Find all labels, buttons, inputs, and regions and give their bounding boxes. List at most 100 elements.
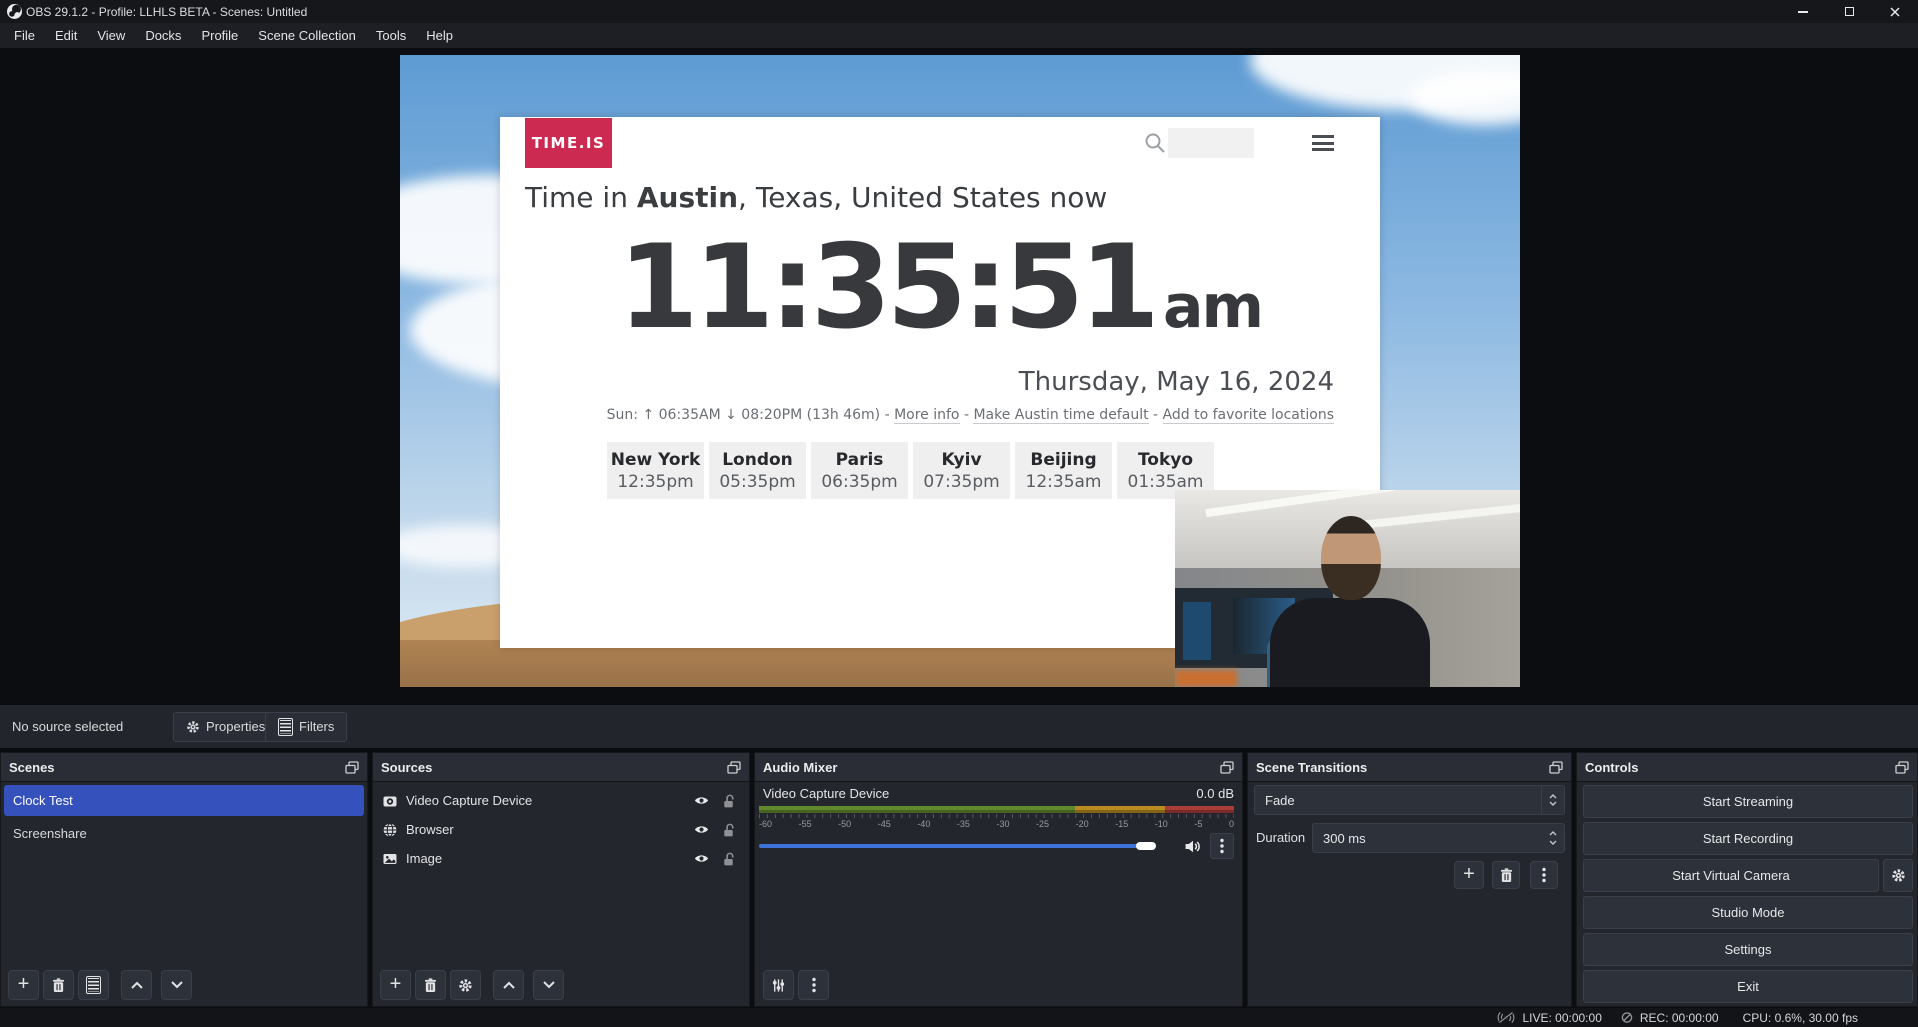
audio-mixer-header[interactable]: Audio Mixer	[755, 753, 1242, 782]
popout-icon[interactable]	[1220, 761, 1234, 774]
start-streaming-button[interactable]: Start Streaming	[1583, 785, 1913, 818]
button-label: Settings	[1725, 942, 1772, 957]
volume-slider-track[interactable]	[759, 844, 1154, 848]
volume-slider[interactable]	[759, 841, 1175, 851]
remove-source-button[interactable]	[415, 970, 446, 1000]
source-item-browser[interactable]: Browser	[374, 815, 748, 844]
maximize-button[interactable]	[1826, 0, 1872, 23]
filters-icon	[86, 976, 101, 994]
menu-docks[interactable]: Docks	[135, 23, 191, 48]
add-scene-button[interactable]: +	[8, 970, 39, 1000]
menu-profile[interactable]: Profile	[191, 23, 248, 48]
webcam-source[interactable]	[1175, 490, 1520, 687]
mixer-channel-menu-button[interactable]	[1210, 833, 1234, 859]
button-label: Start Streaming	[1703, 794, 1793, 809]
obs-logo-icon	[7, 4, 22, 19]
add-source-button[interactable]: +	[380, 970, 411, 1000]
menu-file[interactable]: File	[4, 23, 45, 48]
duration-label: Duration	[1256, 830, 1305, 845]
menu-scene-collection[interactable]: Scene Collection	[248, 23, 366, 48]
lock-toggle[interactable]	[721, 822, 736, 838]
menu-view[interactable]: View	[87, 23, 135, 48]
kebab-menu-icon	[812, 977, 816, 993]
popout-icon[interactable]	[1895, 761, 1909, 774]
add-transition-button[interactable]: +	[1454, 861, 1484, 889]
exit-button[interactable]: Exit	[1583, 970, 1913, 1003]
add-favorite-link: Add to favorite locations	[1163, 407, 1334, 424]
sources-panel-title: Sources	[381, 760, 432, 775]
scenes-panel-header[interactable]: Scenes	[1, 753, 367, 782]
scenes-panel: Scenes Clock Test Screenshare +	[0, 752, 368, 1007]
combo-arrows[interactable]	[1541, 786, 1564, 814]
scene-filters-button[interactable]	[78, 970, 109, 1000]
scene-item-clock-test[interactable]: Clock Test	[4, 785, 364, 816]
transition-select[interactable]: Fade	[1254, 785, 1565, 815]
sources-panel-header[interactable]: Sources	[373, 753, 749, 782]
scene-transitions-panel: Scene Transitions Fade Duration 300 ms +	[1247, 752, 1572, 1007]
title-bar[interactable]: OBS 29.1.2 - Profile: LLHLS BETA - Scene…	[0, 0, 1918, 23]
lock-toggle[interactable]	[721, 793, 736, 809]
hamburger-menu-icon	[1312, 135, 1334, 151]
webcam-person-torso	[1270, 598, 1430, 687]
menu-edit[interactable]: Edit	[45, 23, 87, 48]
timeis-logo-text: TIME.IS	[532, 134, 606, 152]
eye-icon	[693, 822, 710, 837]
remove-transition-button[interactable]	[1492, 861, 1520, 889]
filters-label: Filters	[299, 719, 334, 734]
popout-icon[interactable]	[1549, 761, 1563, 774]
studio-mode-button[interactable]: Studio Mode	[1583, 896, 1913, 929]
timeis-logo: TIME.IS	[525, 118, 612, 168]
source-properties-button[interactable]	[450, 970, 481, 1000]
move-source-up-button[interactable]	[493, 970, 524, 1000]
rec-time: REC: 00:00:00	[1640, 1011, 1719, 1025]
move-scene-up-button[interactable]	[121, 970, 152, 1000]
move-source-down-button[interactable]	[533, 970, 564, 1000]
visibility-toggle[interactable]	[693, 822, 710, 837]
move-scene-down-button[interactable]	[161, 970, 192, 1000]
globe-icon	[382, 822, 398, 838]
search-icon	[1143, 131, 1167, 155]
sources-panel: Sources Video Capture Device Browser Ima…	[372, 752, 750, 1007]
chevron-up-icon	[503, 981, 515, 989]
filters-button[interactable]: Filters	[265, 712, 347, 742]
menu-help[interactable]: Help	[416, 23, 463, 48]
program-preview[interactable]: TIME.IS Time in Austin, Texas, United St…	[400, 55, 1520, 687]
maximize-icon	[1845, 7, 1854, 16]
advanced-audio-button[interactable]	[763, 970, 794, 1000]
search-input	[1168, 128, 1254, 158]
minimize-button[interactable]	[1780, 0, 1826, 23]
gear-icon	[458, 978, 473, 993]
scene-label: Clock Test	[13, 793, 73, 808]
virtual-camera-config-button[interactable]	[1883, 859, 1913, 892]
properties-button[interactable]: Properties	[173, 712, 278, 742]
chevron-down-icon	[1549, 801, 1557, 806]
visibility-toggle[interactable]	[693, 793, 710, 808]
visibility-toggle[interactable]	[693, 851, 710, 866]
lock-toggle[interactable]	[721, 851, 736, 867]
audio-sliders-icon	[771, 978, 786, 993]
source-item-video-capture[interactable]: Video Capture Device	[374, 786, 748, 815]
chevron-down-icon	[543, 981, 555, 989]
close-button[interactable]	[1872, 0, 1918, 23]
popout-icon[interactable]	[345, 761, 359, 774]
meter-scale: -60-55-50-45-40-35-30-25-20-15-10-50	[759, 818, 1234, 829]
popout-icon[interactable]	[727, 761, 741, 774]
start-virtual-camera-button[interactable]: Start Virtual Camera	[1583, 859, 1879, 892]
remove-scene-button[interactable]	[43, 970, 74, 1000]
duration-spinbox[interactable]: 300 ms	[1312, 823, 1565, 853]
unlock-icon	[721, 822, 736, 838]
speaker-icon[interactable]	[1183, 838, 1202, 855]
mixer-level-db: 0.0 dB	[1196, 786, 1234, 801]
settings-button[interactable]: Settings	[1583, 933, 1913, 966]
source-item-image[interactable]: Image	[374, 844, 748, 873]
spinner-arrows[interactable]	[1542, 824, 1564, 852]
scene-item-screenshare[interactable]: Screenshare	[4, 819, 364, 848]
start-recording-button[interactable]: Start Recording	[1583, 822, 1913, 855]
status-bar: LIVE: 00:00:00 REC: 00:00:00 CPU: 0.6%, …	[0, 1008, 1918, 1027]
transition-menu-button[interactable]	[1530, 861, 1558, 889]
controls-header[interactable]: Controls	[1577, 753, 1917, 782]
transitions-header[interactable]: Scene Transitions	[1248, 753, 1571, 782]
mixer-menu-button[interactable]	[798, 970, 829, 1000]
menu-tools[interactable]: Tools	[366, 23, 416, 48]
volume-slider-handle[interactable]	[1136, 842, 1156, 850]
